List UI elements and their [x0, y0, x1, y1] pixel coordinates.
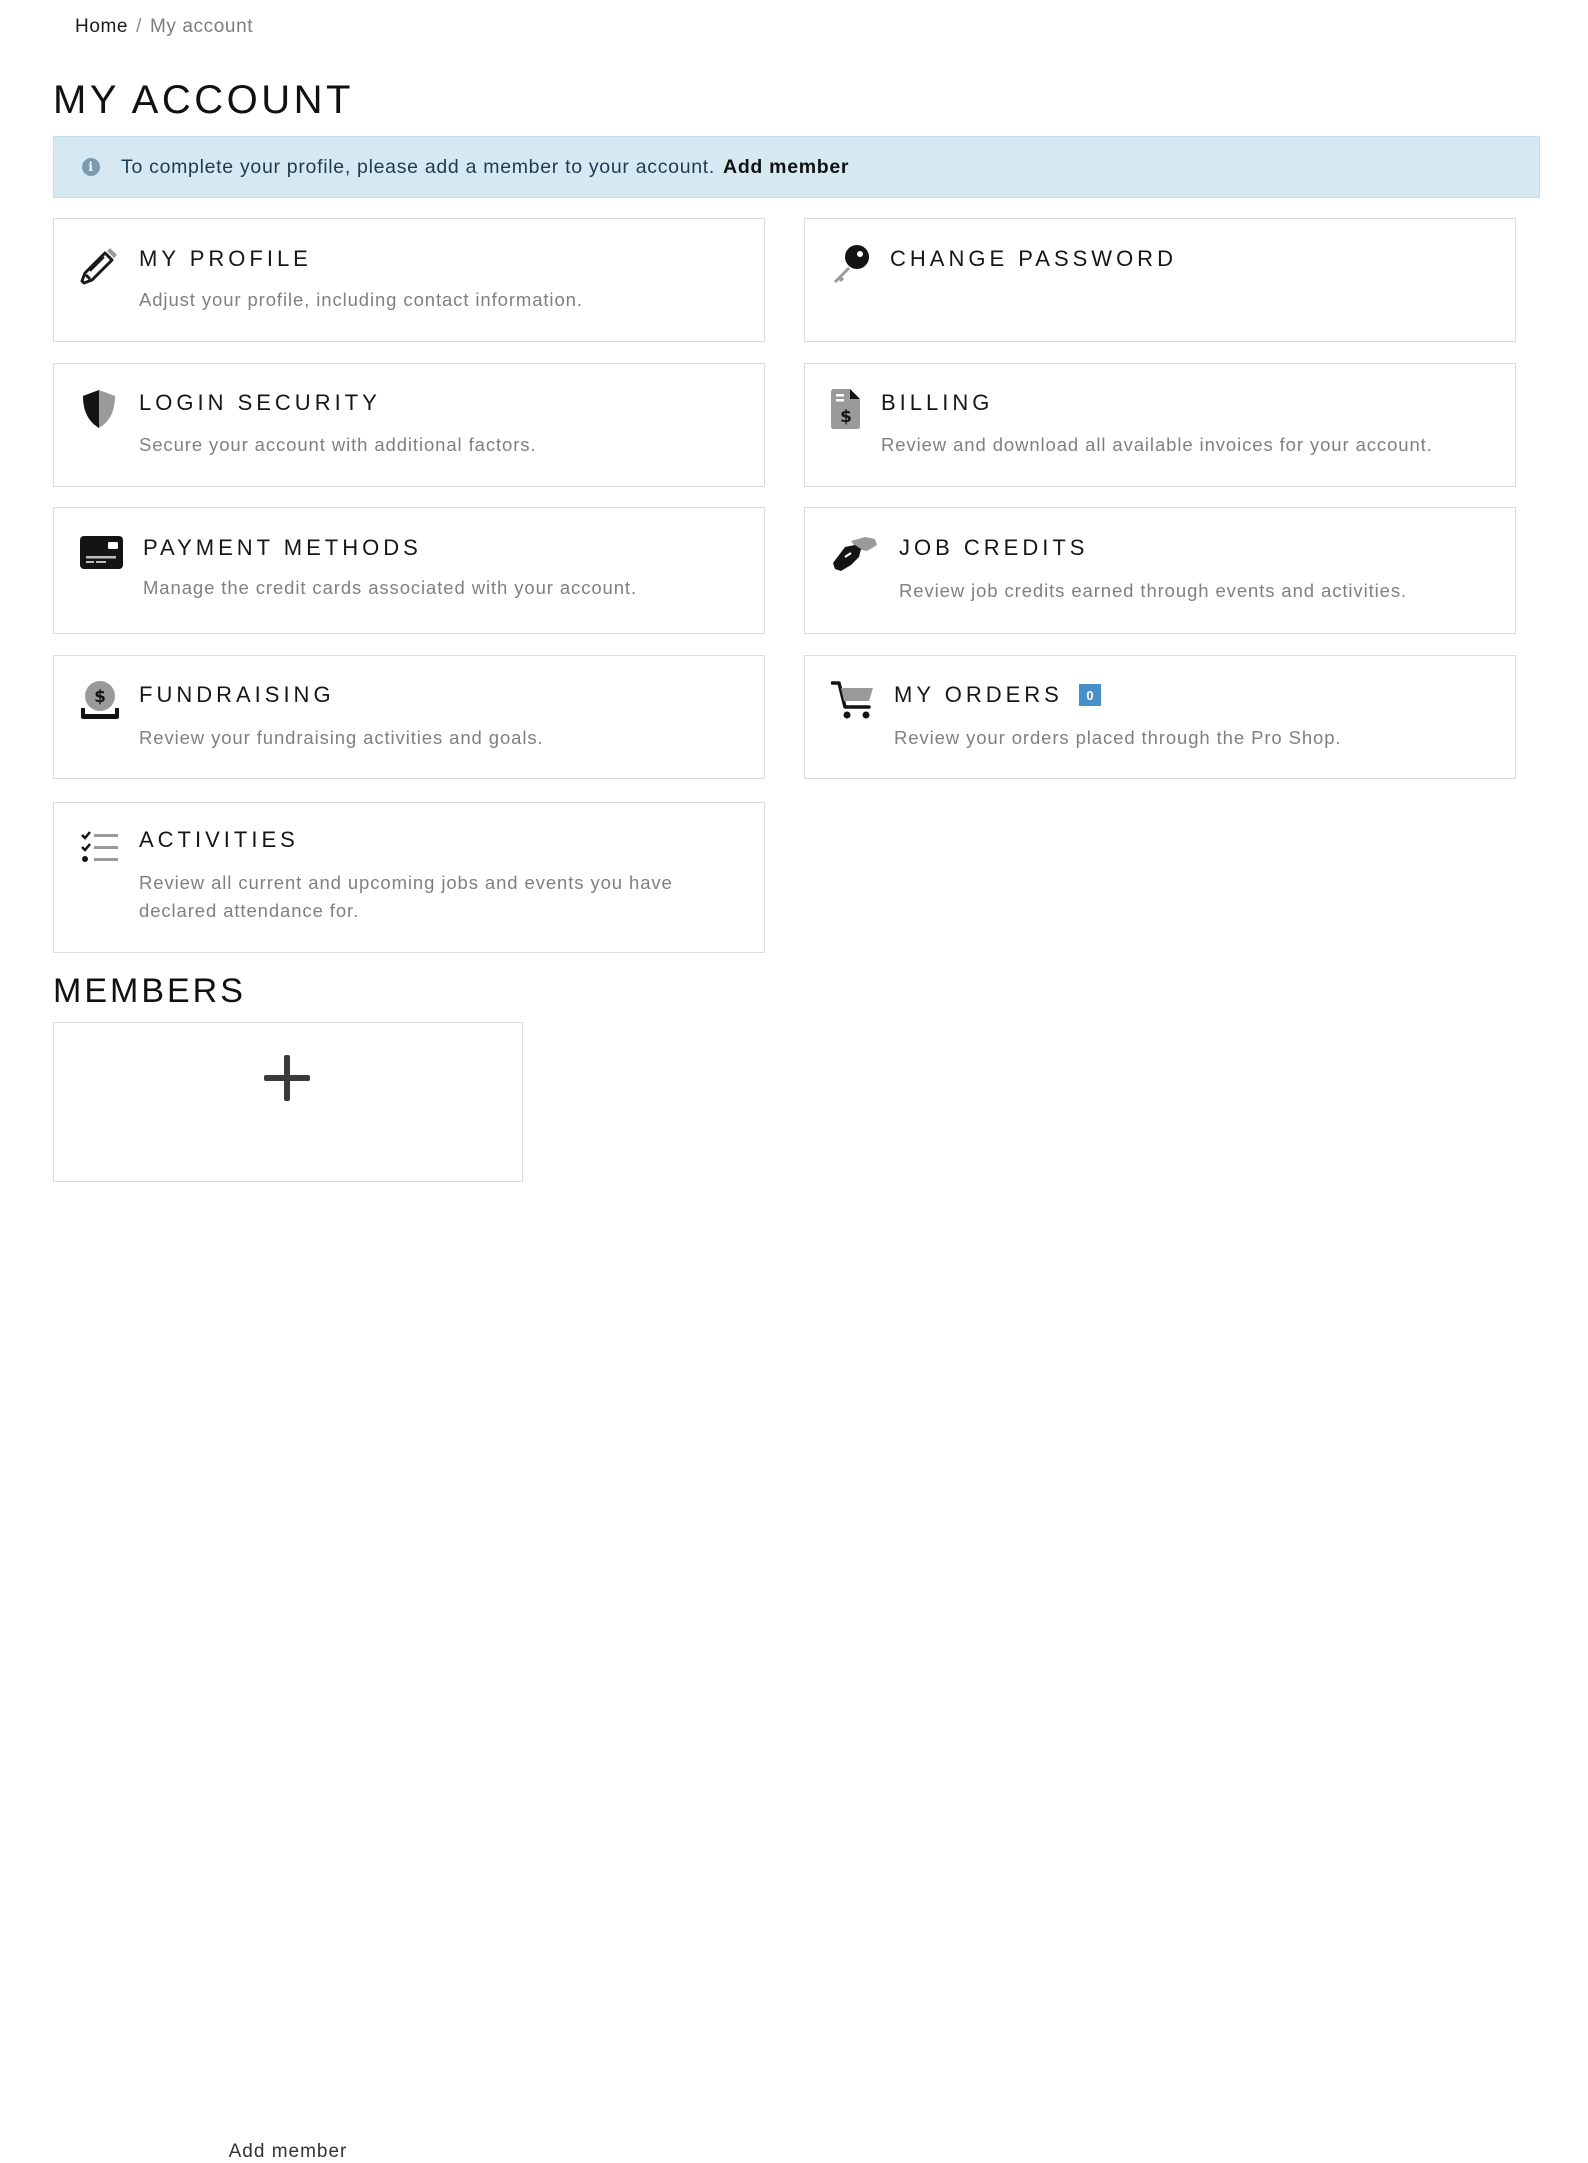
card-title: ACTIVITIES	[139, 827, 299, 852]
card-title: BILLING	[881, 390, 994, 415]
alert-message: To complete your profile, please add a m…	[121, 155, 716, 178]
card-description: Review your fundraising activities and g…	[139, 727, 544, 748]
card-description: Review and download all available invoic…	[881, 434, 1433, 455]
card-description: Manage the credit cards associated with …	[143, 577, 637, 598]
card-job-credits[interactable]: JOB CREDITS Review job credits earned th…	[804, 507, 1516, 634]
card-title: CHANGE PASSWORD	[890, 246, 1177, 271]
page-title: MY ACCOUNT	[53, 78, 354, 122]
card-my-profile[interactable]: MY PROFILE Adjust your profile, includin…	[53, 218, 765, 342]
card-activities[interactable]: ACTIVITIES Review all current and upcomi…	[53, 802, 765, 953]
card-title: PAYMENT METHODS	[143, 535, 422, 560]
plus-icon	[264, 1055, 310, 1106]
card-title: FUNDRAISING	[139, 682, 335, 707]
svg-text:$: $	[840, 407, 852, 427]
handshake-icon	[831, 535, 879, 578]
card-my-orders[interactable]: MY ORDERS 0 Review your orders placed th…	[804, 655, 1516, 779]
card-billing[interactable]: $ BILLING Review and download all availa…	[804, 363, 1516, 487]
add-member-label: Add member	[228, 2141, 348, 2162]
breadcrumb: Home / My account	[75, 16, 253, 38]
card-title: LOGIN SECURITY	[139, 390, 381, 415]
card-description: Adjust your profile, including contact i…	[139, 289, 583, 310]
card-fundraising[interactable]: $ FUNDRAISING Review your fundraising ac…	[53, 655, 765, 779]
card-payment-methods[interactable]: PAYMENT METHODS Manage the credit cards …	[53, 507, 765, 634]
card-login-security[interactable]: LOGIN SECURITY Secure your account with …	[53, 363, 765, 487]
card-change-password[interactable]: CHANGE PASSWORD	[804, 218, 1516, 342]
card-title: MY ORDERS	[894, 682, 1063, 707]
card-description: Secure your account with additional fact…	[139, 434, 537, 455]
breadcrumb-current: My account	[149, 16, 254, 37]
key-icon	[830, 243, 872, 290]
pencil-icon	[80, 245, 120, 290]
donate-icon: $	[80, 680, 120, 725]
orders-count-badge: 0	[1079, 684, 1101, 706]
card-title: JOB CREDITS	[899, 535, 1089, 560]
card-title: MY PROFILE	[139, 246, 312, 271]
breadcrumb-separator: /	[136, 16, 142, 37]
add-member-card[interactable]: Add member	[53, 1022, 523, 2162]
card-description: Review job credits earned through events…	[899, 580, 1408, 601]
alert-add-member-link[interactable]: Add member	[723, 156, 849, 179]
card-description: Review your orders placed through the Pr…	[894, 727, 1342, 748]
svg-text:$: $	[94, 687, 106, 707]
card-description: Review all current and upcoming jobs and…	[139, 872, 673, 921]
profile-alert: i To complete your profile, please add a…	[53, 136, 1540, 198]
shield-icon	[80, 388, 118, 435]
cart-icon	[830, 680, 875, 725]
info-icon: i	[82, 158, 100, 176]
checklist-icon	[80, 831, 120, 870]
breadcrumb-home-link[interactable]: Home	[75, 16, 128, 37]
invoice-dollar-icon: $	[831, 389, 861, 434]
members-section-title: MEMBERS	[53, 972, 246, 1010]
credit-card-icon	[80, 536, 124, 575]
